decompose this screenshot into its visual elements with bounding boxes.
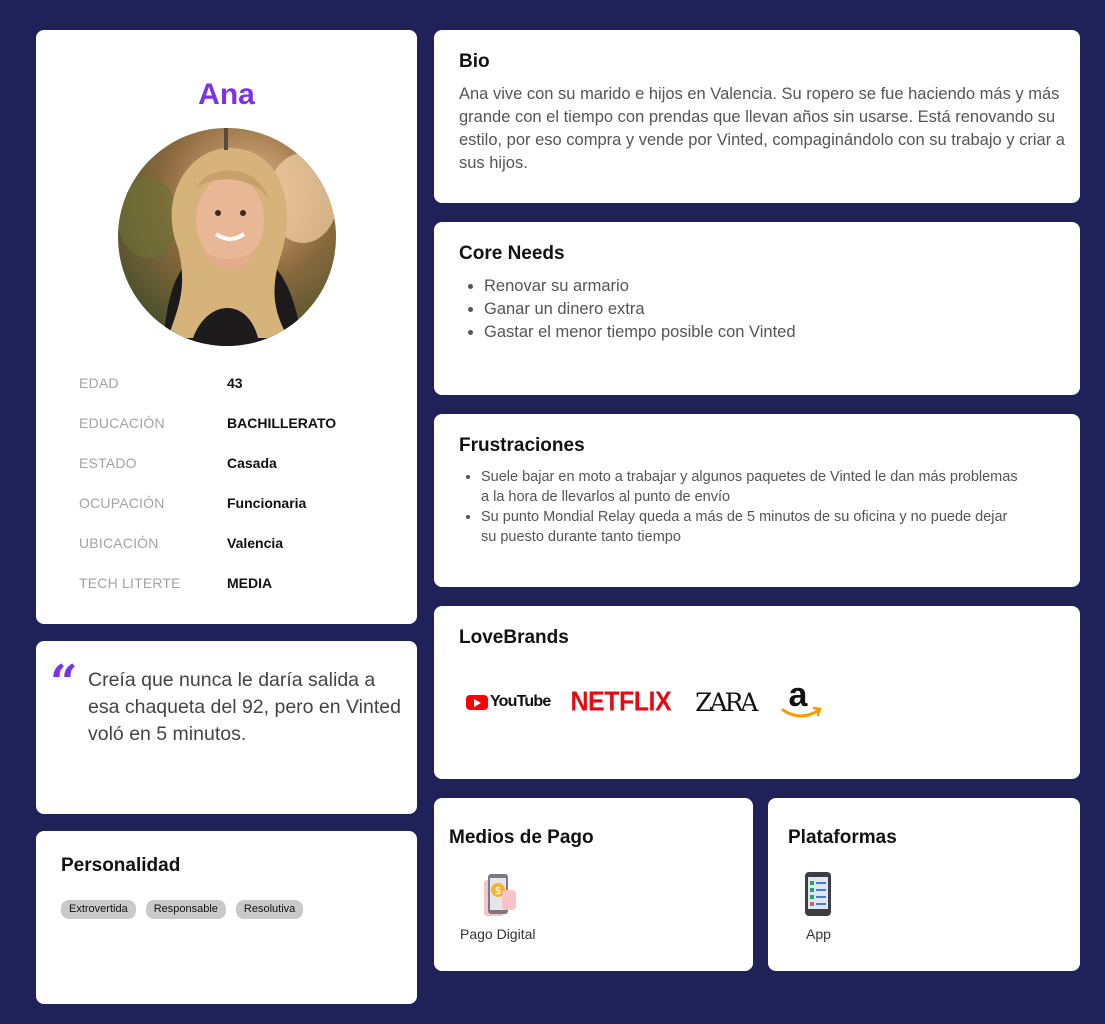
fact-label-age: EDAD — [79, 375, 119, 391]
amazon-logo: a — [779, 676, 825, 722]
smartphone-app-icon — [805, 872, 831, 916]
frustrations-title: Frustraciones — [459, 435, 585, 456]
frustrations-card: Frustraciones Suele bajar en moto a trab… — [434, 414, 1080, 587]
platform-item-label: App — [806, 926, 831, 942]
brands-row: YouTube NETFLIX ZARA a — [466, 676, 825, 722]
personality-tag: Extrovertida — [61, 900, 136, 919]
lovebrands-card: LoveBrands YouTube NETFLIX ZARA a — [434, 606, 1080, 779]
bio-card: Bio Ana vive con su marido e hijos en Va… — [434, 30, 1080, 203]
list-item: Gastar el menor tiempo posible con Vinte… — [484, 321, 796, 344]
list-item: Suele bajar en moto a trabajar y algunos… — [481, 467, 1021, 507]
youtube-logo: YouTube — [466, 693, 551, 711]
fact-value-age: 43 — [227, 375, 243, 391]
frustrations-list: Suele bajar en moto a trabajar y algunos… — [481, 467, 1021, 547]
fact-row: EDUCACIÓN BACHILLERATO — [79, 415, 389, 455]
avatar-photo — [118, 128, 336, 346]
list-item: Renovar su armario — [484, 275, 796, 298]
fact-label-education: EDUCACIÓN — [79, 415, 165, 431]
fact-value-occupation: Funcionaria — [227, 495, 307, 511]
list-item: Ganar un dinero extra — [484, 298, 796, 321]
personality-tag: Resolutiva — [235, 900, 304, 919]
personality-tags: Extrovertida Responsable Resolutiva — [61, 900, 304, 919]
payment-card: Medios de Pago $ Pago Digital — [434, 798, 753, 971]
fact-label-status: ESTADO — [79, 455, 137, 471]
core-needs-title: Core Needs — [459, 243, 565, 264]
amazon-smile-icon — [781, 706, 823, 718]
platforms-title: Plataformas — [788, 827, 897, 848]
fact-label-tech: TECH LITERTE — [79, 575, 181, 591]
svg-text:$: $ — [495, 886, 501, 897]
fact-value-status: Casada — [227, 455, 277, 471]
personality-title: Personalidad — [61, 855, 181, 876]
bio-text: Ana vive con su marido e hijos en Valenc… — [459, 85, 1065, 172]
personality-card: Personalidad Extrovertida Responsable Re… — [36, 831, 417, 1004]
fact-row: ESTADO Casada — [79, 455, 389, 495]
core-needs-list: Renovar su armario Ganar un dinero extra… — [484, 275, 796, 344]
payment-item-label: Pago Digital — [460, 926, 536, 942]
zara-logo: ZARA — [695, 687, 758, 717]
fact-row: UBICACIÓN Valencia — [79, 535, 389, 575]
lovebrands-title: LoveBrands — [459, 627, 569, 648]
core-needs-card: Core Needs Renovar su armario Ganar un d… — [434, 222, 1080, 395]
youtube-play-icon — [466, 694, 488, 710]
personality-tag: Responsable — [145, 900, 226, 919]
fact-row: OCUPACIÓN Funcionaria — [79, 495, 389, 535]
persona-name: Ana — [198, 78, 255, 111]
payment-title: Medios de Pago — [449, 827, 594, 848]
fact-row: TECH LITERTE MEDIA — [79, 575, 389, 615]
fact-value-tech: MEDIA — [227, 575, 273, 591]
mobile-payment-icon: $ — [484, 874, 516, 916]
profile-card: Ana EDAD 43 EDUCACIÓN BACHILLERATO ESTAD… — [36, 30, 417, 624]
quote-card: “ Creía que nunca le daría salida a esa … — [36, 641, 417, 814]
netflix-logo: NETFLIX — [570, 686, 672, 717]
youtube-wordmark: YouTube — [490, 693, 551, 710]
fact-value-education: BACHILLERATO — [227, 415, 337, 431]
fact-label-occupation: OCUPACIÓN — [79, 495, 165, 511]
fact-label-location: UBICACIÓN — [79, 535, 159, 551]
fact-value-location: Valencia — [227, 535, 284, 551]
bio-title: Bio — [459, 51, 490, 72]
fact-row: EDAD 43 — [79, 375, 389, 415]
platforms-card: Plataformas App — [768, 798, 1080, 971]
list-item: Su punto Mondial Relay queda a más de 5 … — [481, 507, 1021, 547]
quote-mark-icon: “ — [50, 655, 78, 711]
facts-list: EDAD 43 EDUCACIÓN BACHILLERATO ESTADO Ca… — [79, 375, 389, 615]
quote-text: Creía que nunca le daría salida a esa ch… — [88, 669, 401, 745]
